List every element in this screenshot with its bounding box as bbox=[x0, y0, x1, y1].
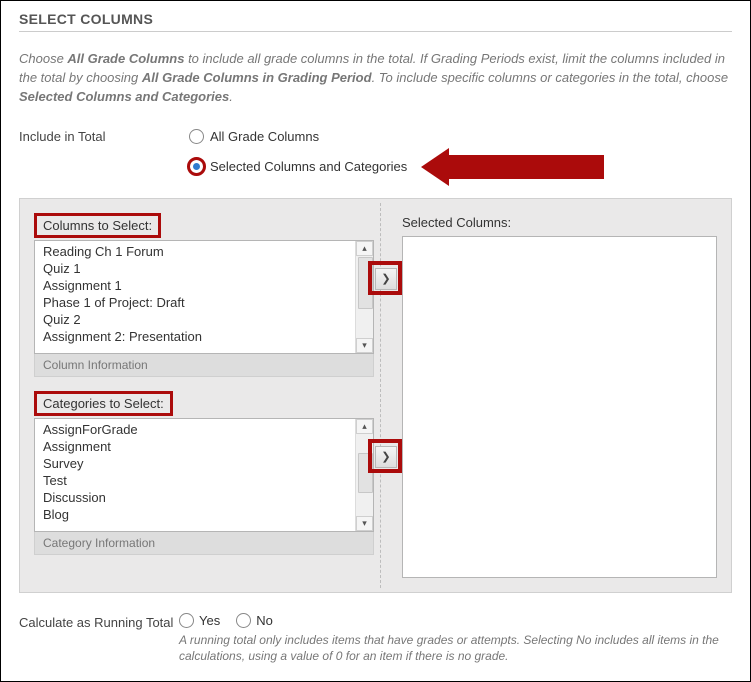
radio-running-total-yes[interactable] bbox=[179, 613, 194, 628]
list-item[interactable]: Survey bbox=[43, 455, 355, 472]
categories-scrollbar[interactable]: ▴ ▾ bbox=[355, 419, 373, 531]
list-item[interactable]: Assignment 2: Presentation bbox=[43, 328, 355, 345]
radio-selected-columns-categories[interactable] bbox=[189, 159, 204, 174]
radio-running-total-no[interactable] bbox=[236, 613, 251, 628]
columns-listbox[interactable]: Reading Ch 1 Forum Quiz 1 Assignment 1 P… bbox=[34, 240, 374, 354]
radio-selected-columns-categories-label: Selected Columns and Categories bbox=[210, 159, 407, 174]
calculate-running-total-label: Calculate as Running Total bbox=[19, 613, 179, 630]
categories-listbox[interactable]: AssignForGrade Assignment Survey Test Di… bbox=[34, 418, 374, 532]
section-heading: SELECT COLUMNS bbox=[19, 1, 732, 32]
annotation-arrow bbox=[421, 148, 604, 186]
column-selection-panel: Columns to Select: Reading Ch 1 Forum Qu… bbox=[19, 198, 732, 593]
include-in-total-label: Include in Total bbox=[19, 129, 189, 144]
list-item[interactable]: Assignment 1 bbox=[43, 277, 355, 294]
selected-columns-box[interactable] bbox=[402, 236, 717, 578]
list-item[interactable]: AssignForGrade bbox=[43, 421, 355, 438]
list-item[interactable]: Phase 1 of Project: Draft bbox=[43, 294, 355, 311]
scroll-down-icon[interactable]: ▾ bbox=[356, 338, 373, 353]
radio-yes-label: Yes bbox=[199, 613, 220, 628]
scroll-up-icon[interactable]: ▴ bbox=[356, 419, 373, 434]
intro-text: Choose All Grade Columns to include all … bbox=[19, 50, 732, 107]
list-item[interactable]: Assignment bbox=[43, 438, 355, 455]
column-information-footer[interactable]: Column Information bbox=[34, 354, 374, 377]
scroll-up-icon[interactable]: ▴ bbox=[356, 241, 373, 256]
list-item[interactable]: Quiz 1 bbox=[43, 260, 355, 277]
move-column-right-button[interactable]: ❯ bbox=[375, 268, 397, 290]
categories-to-select-heading: Categories to Select: bbox=[34, 391, 173, 416]
running-total-help-text: A running total only includes items that… bbox=[179, 632, 732, 666]
list-item[interactable]: Test bbox=[43, 472, 355, 489]
scroll-down-icon[interactable]: ▾ bbox=[356, 516, 373, 531]
radio-all-grade-columns-label: All Grade Columns bbox=[210, 129, 319, 144]
radio-all-grade-columns[interactable] bbox=[189, 129, 204, 144]
list-item[interactable]: Blog bbox=[43, 506, 355, 523]
columns-to-select-heading: Columns to Select: bbox=[34, 213, 161, 238]
move-category-right-button[interactable]: ❯ bbox=[375, 446, 397, 468]
list-item[interactable]: Quiz 2 bbox=[43, 311, 355, 328]
radio-no-label: No bbox=[256, 613, 273, 628]
category-information-footer[interactable]: Category Information bbox=[34, 532, 374, 555]
list-item[interactable]: Discussion bbox=[43, 489, 355, 506]
columns-scrollbar[interactable]: ▴ ▾ bbox=[355, 241, 373, 353]
list-item[interactable]: Reading Ch 1 Forum bbox=[43, 243, 355, 260]
selected-columns-heading: Selected Columns: bbox=[402, 213, 717, 232]
